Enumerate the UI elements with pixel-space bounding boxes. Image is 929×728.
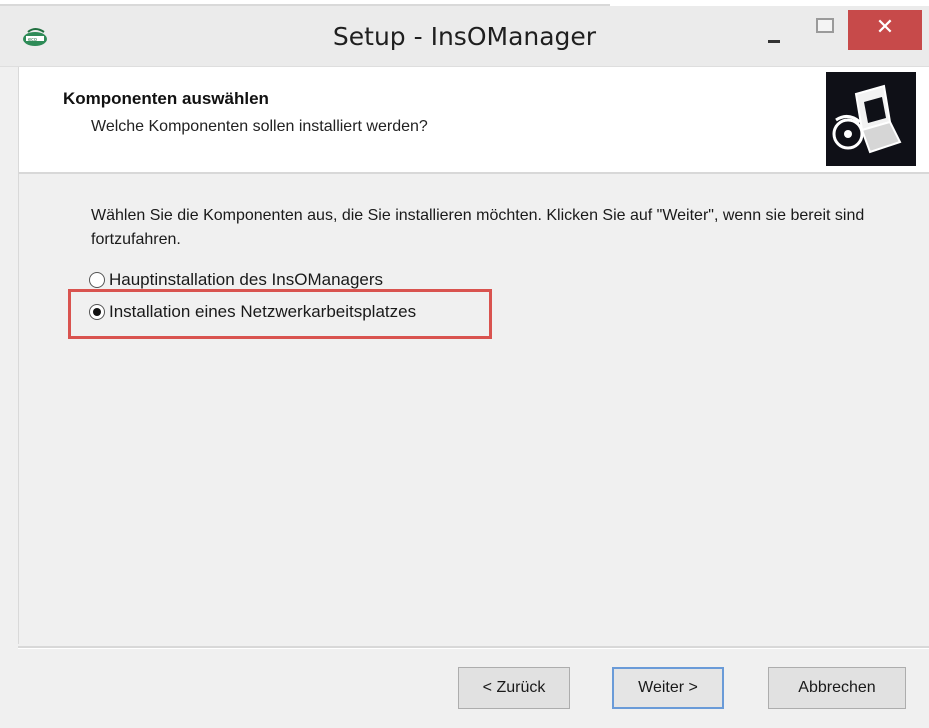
option-main-installation-label[interactable]: Hauptinstallation des InsOManagers [109,270,383,290]
close-icon: ✕ [875,15,895,40]
title-bar[interactable]: eco Setup - InsOManager ✕ [0,6,929,67]
maximize-button[interactable] [806,12,842,52]
wizard-body: Wählen Sie die Komponenten aus, die Sie … [18,174,929,644]
cancel-button[interactable]: Abbrechen [768,667,906,709]
minimize-button[interactable] [756,12,792,52]
instruction-text: Wählen Sie die Komponenten aus, die Sie … [91,207,865,248]
highlight-annotation-box [68,289,492,339]
next-button[interactable]: Weiter > [612,667,724,709]
back-button[interactable]: < Zurück [458,667,570,709]
footer-divider-highlight [18,648,929,649]
maximize-icon [816,18,834,33]
computer-install-icon [826,72,916,166]
page-subtitle: Welche Komponenten sollen installiert we… [91,118,428,135]
page-title: Komponenten auswählen [63,89,269,108]
wizard-header: Komponenten auswählen Welche Komponenten… [18,67,929,172]
setup-window: eco Setup - InsOManager ✕ Komponenten au… [0,0,929,728]
minimize-icon [768,40,780,43]
close-button[interactable]: ✕ [848,10,922,50]
radio-main-installation[interactable] [89,272,105,288]
